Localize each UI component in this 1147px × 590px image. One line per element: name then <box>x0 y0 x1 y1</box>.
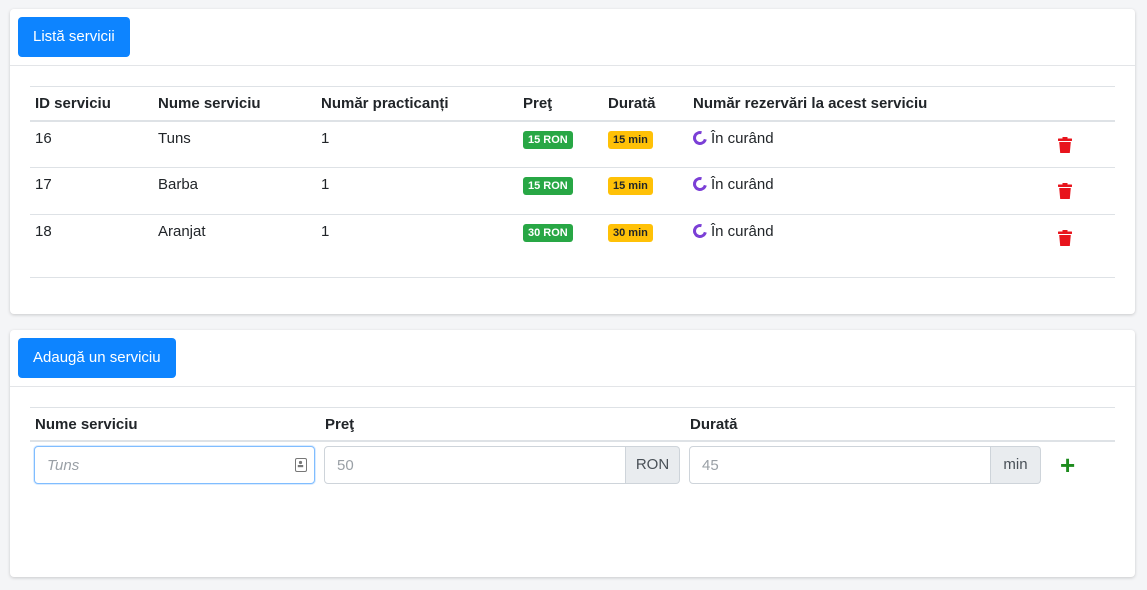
cell-id: 18 <box>30 214 153 278</box>
spinner-icon <box>690 174 710 194</box>
spinner-icon <box>690 127 710 148</box>
services-list-card: Listă servicii ID serviciu Nume serviciu… <box>10 9 1135 314</box>
duration-addon: min <box>991 446 1041 484</box>
table-row: 17 Barba 1 15 RON 15 min În curând <box>30 167 1115 215</box>
price-badge: 15 RON <box>523 130 573 149</box>
cell-duration: 30 min <box>603 214 688 278</box>
cell-practitioners: 1 <box>316 167 518 215</box>
duration-badge: 30 min <box>608 224 653 242</box>
cell-practitioners: 1 <box>316 214 518 278</box>
cell-id: 16 <box>30 120 153 168</box>
cell-duration: 15 min <box>603 120 688 168</box>
add-service-form: Nume serviciu Preţ Durată RON min + <box>30 407 1115 484</box>
services-list-button[interactable]: Listă servicii <box>18 17 130 57</box>
duration-input[interactable] <box>689 446 991 484</box>
cell-actions <box>1048 214 1115 278</box>
plus-icon[interactable]: + <box>1060 452 1075 478</box>
cell-price: 15 RON <box>518 167 603 215</box>
column-header-price: Preţ <box>518 86 603 122</box>
column-header-practitioners: Număr practicanți <box>316 86 518 122</box>
cell-bookings: În curând <box>688 214 1048 278</box>
cell-name: Barba <box>153 167 316 215</box>
spinner-icon <box>690 221 710 241</box>
column-header-name: Nume serviciu <box>153 86 316 122</box>
cell-id: 17 <box>30 167 153 215</box>
duration-badge: 15 min <box>608 130 653 149</box>
add-service-card: Adaugă un serviciu Nume serviciu Preţ Du… <box>10 330 1135 577</box>
column-header-duration: Durată <box>603 86 688 122</box>
column-header-id: ID serviciu <box>30 86 153 122</box>
bookings-status: În curând <box>711 129 774 147</box>
table-row: 16 Tuns 1 15 RON 15 min În curând <box>30 120 1115 168</box>
price-badge: 30 RON <box>523 224 573 242</box>
cell-bookings: În curând <box>688 167 1048 215</box>
duration-badge: 15 min <box>608 177 653 195</box>
label-name: Nume serviciu <box>35 416 138 433</box>
cell-practitioners: 1 <box>316 120 518 168</box>
bookings-status: În curând <box>711 223 774 240</box>
price-addon: RON <box>626 446 680 484</box>
cell-name: Aranjat <box>153 214 316 278</box>
cell-bookings: În curând <box>688 120 1048 168</box>
cell-price: 15 RON <box>518 120 603 168</box>
column-header-actions <box>1048 86 1115 122</box>
label-duration: Durată <box>690 416 738 433</box>
contact-card-icon[interactable] <box>295 458 307 472</box>
bookings-status: În curând <box>711 176 774 193</box>
cell-duration: 15 min <box>603 167 688 215</box>
services-table: ID serviciu Nume serviciu Număr practica… <box>30 86 1115 278</box>
services-list-header: Listă servicii <box>10 9 1135 66</box>
cell-name: Tuns <box>153 120 316 168</box>
trash-icon[interactable] <box>1058 183 1072 203</box>
add-service-header-button[interactable]: Adaugă un serviciu <box>18 338 176 378</box>
cell-actions <box>1048 167 1115 215</box>
table-row: 18 Aranjat 1 30 RON 30 min În curând <box>30 214 1115 278</box>
price-badge: 15 RON <box>523 177 573 195</box>
trash-icon[interactable] <box>1058 136 1072 157</box>
add-service-header: Adaugă un serviciu <box>10 330 1135 387</box>
cell-actions <box>1048 120 1115 168</box>
service-name-input[interactable] <box>34 446 315 484</box>
form-header-row: Nume serviciu Preţ Durată <box>30 407 1115 442</box>
table-header-row: ID serviciu Nume serviciu Număr practica… <box>30 86 1115 122</box>
trash-icon[interactable] <box>1058 230 1072 250</box>
cell-price: 30 RON <box>518 214 603 278</box>
price-input[interactable] <box>324 446 626 484</box>
label-price: Preţ <box>325 416 355 433</box>
column-header-bookings: Număr rezervări la acest serviciu <box>688 86 1048 122</box>
